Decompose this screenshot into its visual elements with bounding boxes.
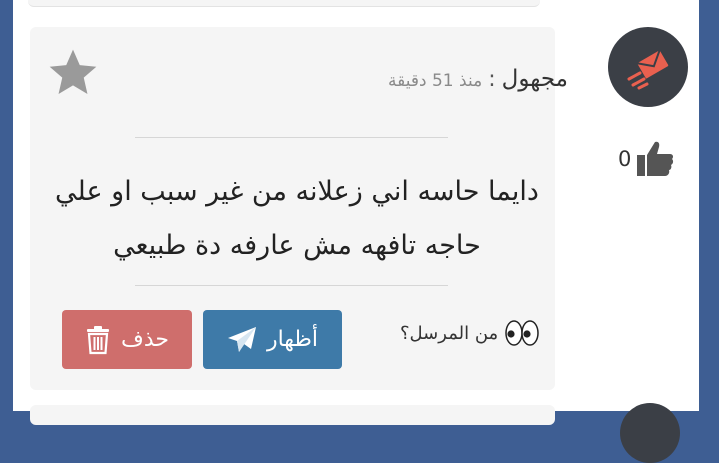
- next-message-card: [30, 405, 555, 425]
- delete-button[interactable]: حذف: [62, 310, 192, 369]
- thumbs-up-icon[interactable]: [635, 140, 675, 178]
- like-count: 0: [618, 147, 632, 171]
- eyes-icon: [505, 320, 539, 346]
- paper-plane-icon: [227, 326, 256, 352]
- message-time: منذ 51 دقيقة: [388, 71, 483, 91]
- sender-name: مجهول: [501, 66, 568, 92]
- divider-bottom: [135, 285, 448, 286]
- next-avatar: [620, 403, 680, 463]
- avatar: [608, 27, 688, 107]
- who-sent-label: من المرسل؟: [400, 322, 499, 344]
- show-label: أظهار: [266, 327, 319, 352]
- trash-icon: [87, 325, 110, 354]
- like-control[interactable]: 0: [618, 140, 675, 178]
- show-sender-button[interactable]: أظهار: [203, 310, 342, 369]
- message-text: دايما حاسه اني زعلانه من غير سبب او علي …: [55, 176, 539, 261]
- who-sent-hint: من المرسل؟: [400, 318, 540, 348]
- envelope-icon: [627, 49, 669, 90]
- message-header: مجهول:منذ 51 دقيقة: [388, 66, 568, 92]
- star-icon[interactable]: [45, 45, 101, 101]
- header-separator: :: [488, 67, 496, 92]
- divider-top: [135, 137, 448, 138]
- previous-message-card: [28, 0, 540, 7]
- delete-label: حذف: [121, 327, 169, 352]
